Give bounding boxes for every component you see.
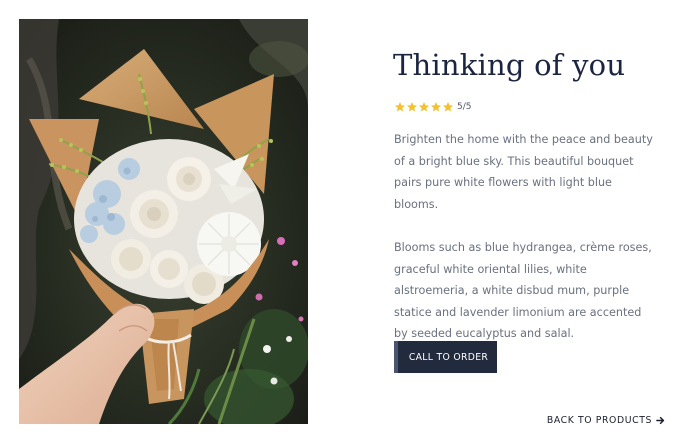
- star-icon: [419, 102, 429, 112]
- rating-label: 5/5: [457, 102, 472, 112]
- rating-stars: [394, 101, 454, 113]
- star-icon: [407, 102, 417, 112]
- product-image: [19, 19, 308, 424]
- call-to-order-button[interactable]: CALL TO ORDER: [394, 341, 497, 373]
- description-paragraph-1: Brighten the home with the peace and bea…: [394, 133, 653, 211]
- rating: 5/5: [394, 100, 471, 114]
- star-icon: [431, 102, 441, 112]
- star-icon: [443, 102, 453, 112]
- arrow-right-icon: [656, 416, 665, 425]
- description-paragraph-2: Blooms such as blue hydrangea, crème ros…: [394, 241, 652, 340]
- back-to-products-label: BACK TO PRODUCTS: [546, 415, 652, 426]
- product-title: Thinking of you: [393, 48, 626, 82]
- star-icon: [395, 102, 405, 112]
- back-to-products-link[interactable]: BACK TO PRODUCTS: [547, 415, 665, 426]
